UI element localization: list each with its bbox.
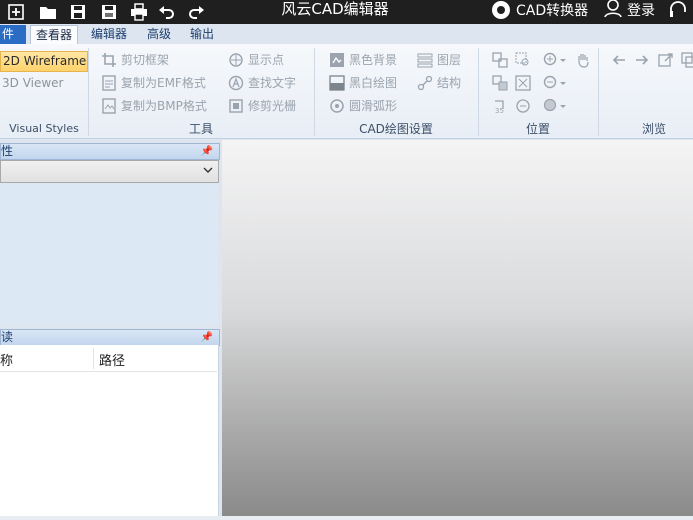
black-background-button[interactable]: 黑色背景 bbox=[329, 50, 397, 70]
user-icon bbox=[603, 0, 623, 22]
tab-editor[interactable]: 编辑器 bbox=[91, 25, 127, 44]
rotate-icon[interactable]: 35 bbox=[491, 97, 509, 115]
pan-hand-icon[interactable] bbox=[574, 51, 592, 69]
2d-wireframe-button[interactable]: 2D Wireframe bbox=[0, 51, 88, 72]
copy-page-icon[interactable] bbox=[680, 51, 693, 69]
read-panel-header: 读 📌 bbox=[0, 329, 220, 346]
properties-panel-body bbox=[0, 183, 218, 325]
target-icon bbox=[228, 52, 244, 68]
ribbon-tabs: 件 查看器 编辑器 高级 输出 bbox=[0, 24, 693, 45]
tab-viewer[interactable]: 查看器 bbox=[30, 25, 78, 45]
layers-button[interactable]: 图层 bbox=[417, 50, 461, 70]
cad-converter-button[interactable]: CAD转换器 bbox=[492, 0, 588, 20]
copy-bmp-button[interactable]: 复制为BMP格式 bbox=[101, 96, 207, 116]
app-title: 风云CAD编辑器 bbox=[281, 0, 389, 18]
tools-group-label: 工具 bbox=[188, 122, 213, 136]
black-background-icon bbox=[329, 52, 345, 68]
pin-icon[interactable]: 📌 bbox=[201, 144, 213, 159]
find-text-button[interactable]: 查找文字 bbox=[228, 73, 296, 93]
smooth-arc-label: 圆滑弧形 bbox=[349, 99, 398, 113]
smooth-arc-button[interactable]: 圆滑弧形 bbox=[329, 96, 397, 116]
zoom-options-icon[interactable] bbox=[542, 97, 568, 115]
pin-icon[interactable]: 📌 bbox=[201, 330, 213, 345]
copy-emf-label: 复制为EMF格式 bbox=[121, 76, 206, 90]
position-group-label: 位置 bbox=[525, 122, 550, 136]
zoom-window-icon[interactable] bbox=[514, 51, 532, 69]
layout-icon[interactable] bbox=[491, 74, 509, 92]
black-white-label: 黑白绘图 bbox=[349, 76, 398, 90]
login-button[interactable]: 登录 bbox=[603, 0, 655, 20]
crop-icon bbox=[101, 52, 117, 68]
status-bar bbox=[0, 516, 693, 520]
zoom-out-icon[interactable] bbox=[542, 74, 568, 92]
column-name[interactable]: 称 bbox=[0, 350, 13, 369]
fit-layout-icon[interactable] bbox=[491, 51, 509, 69]
arrow-right-icon[interactable] bbox=[633, 51, 651, 69]
layers-icon bbox=[417, 52, 433, 68]
list-header: 称 路径 bbox=[0, 346, 217, 372]
structure-label: 结构 bbox=[437, 76, 462, 90]
visual-styles-group-label: Visual Styles bbox=[9, 122, 79, 135]
open-folder-icon[interactable] bbox=[34, 0, 62, 24]
arc-icon bbox=[329, 98, 345, 114]
cad-settings-group-label: CAD绘图设置 bbox=[359, 122, 433, 136]
column-divider[interactable] bbox=[93, 348, 94, 369]
clip-frame-button[interactable]: 剪切框架 bbox=[101, 50, 169, 70]
export-icon[interactable] bbox=[657, 51, 675, 69]
undo-icon[interactable] bbox=[153, 0, 181, 24]
properties-panel-header: 性 📌 bbox=[0, 143, 220, 160]
tab-file[interactable]: 件 bbox=[0, 25, 26, 44]
copy-emf-button[interactable]: 复制为EMF格式 bbox=[101, 73, 206, 93]
drawing-canvas[interactable] bbox=[222, 140, 693, 516]
black-white-icon bbox=[329, 75, 345, 91]
svg-text:35: 35 bbox=[495, 107, 504, 114]
trim-raster-button[interactable]: 修剪光栅 bbox=[228, 96, 296, 116]
new-file-icon[interactable] bbox=[2, 0, 30, 24]
copy-bmp-label: 复制为BMP格式 bbox=[121, 99, 207, 113]
column-path[interactable]: 路径 bbox=[99, 350, 125, 369]
converter-icon bbox=[492, 1, 510, 19]
structure-icon bbox=[417, 75, 433, 91]
fit-all-icon[interactable] bbox=[514, 74, 532, 92]
chevron-down-icon bbox=[203, 167, 213, 173]
browse-group-label: 浏览 bbox=[641, 122, 666, 136]
support-icon[interactable] bbox=[668, 0, 688, 20]
save-icon[interactable] bbox=[64, 0, 92, 24]
black-white-drawing-button[interactable]: 黑白绘图 bbox=[329, 73, 397, 93]
properties-panel-title: 性 bbox=[1, 144, 14, 158]
find-text-label: 查找文字 bbox=[248, 76, 297, 90]
converter-label: CAD转换器 bbox=[516, 3, 589, 19]
clip-frame-label: 剪切框架 bbox=[121, 53, 170, 67]
properties-dropdown[interactable] bbox=[0, 160, 219, 183]
show-points-button[interactable]: 显示点 bbox=[228, 50, 284, 70]
trim-raster-label: 修剪光栅 bbox=[248, 99, 297, 113]
tab-advanced[interactable]: 高级 bbox=[147, 25, 171, 44]
print-icon[interactable] bbox=[125, 0, 153, 24]
text-search-icon bbox=[228, 75, 244, 91]
read-panel-title: 读 bbox=[1, 330, 14, 344]
save-as-icon[interactable] bbox=[95, 0, 123, 24]
raster-icon bbox=[228, 98, 244, 114]
show-points-label: 显示点 bbox=[248, 53, 285, 67]
black-background-label: 黑色背景 bbox=[349, 53, 398, 67]
layers-label: 图层 bbox=[437, 53, 462, 67]
structure-button[interactable]: 结构 bbox=[417, 73, 461, 93]
login-label: 登录 bbox=[627, 3, 655, 19]
zoom-in-icon[interactable] bbox=[542, 51, 568, 69]
arrow-left-icon[interactable] bbox=[610, 51, 628, 69]
bmp-icon bbox=[101, 98, 117, 114]
ribbon: 2D Wireframe 3D Viewer Visual Styles 剪切框… bbox=[0, 44, 693, 139]
title-bar: 风云CAD编辑器 CAD转换器 登录 bbox=[0, 0, 693, 24]
3d-viewer-button[interactable]: 3D Viewer bbox=[2, 73, 63, 93]
tab-output[interactable]: 输出 bbox=[190, 25, 214, 44]
zoom-previous-icon[interactable] bbox=[514, 97, 532, 115]
emf-icon bbox=[101, 75, 117, 91]
redo-icon[interactable] bbox=[182, 0, 210, 24]
